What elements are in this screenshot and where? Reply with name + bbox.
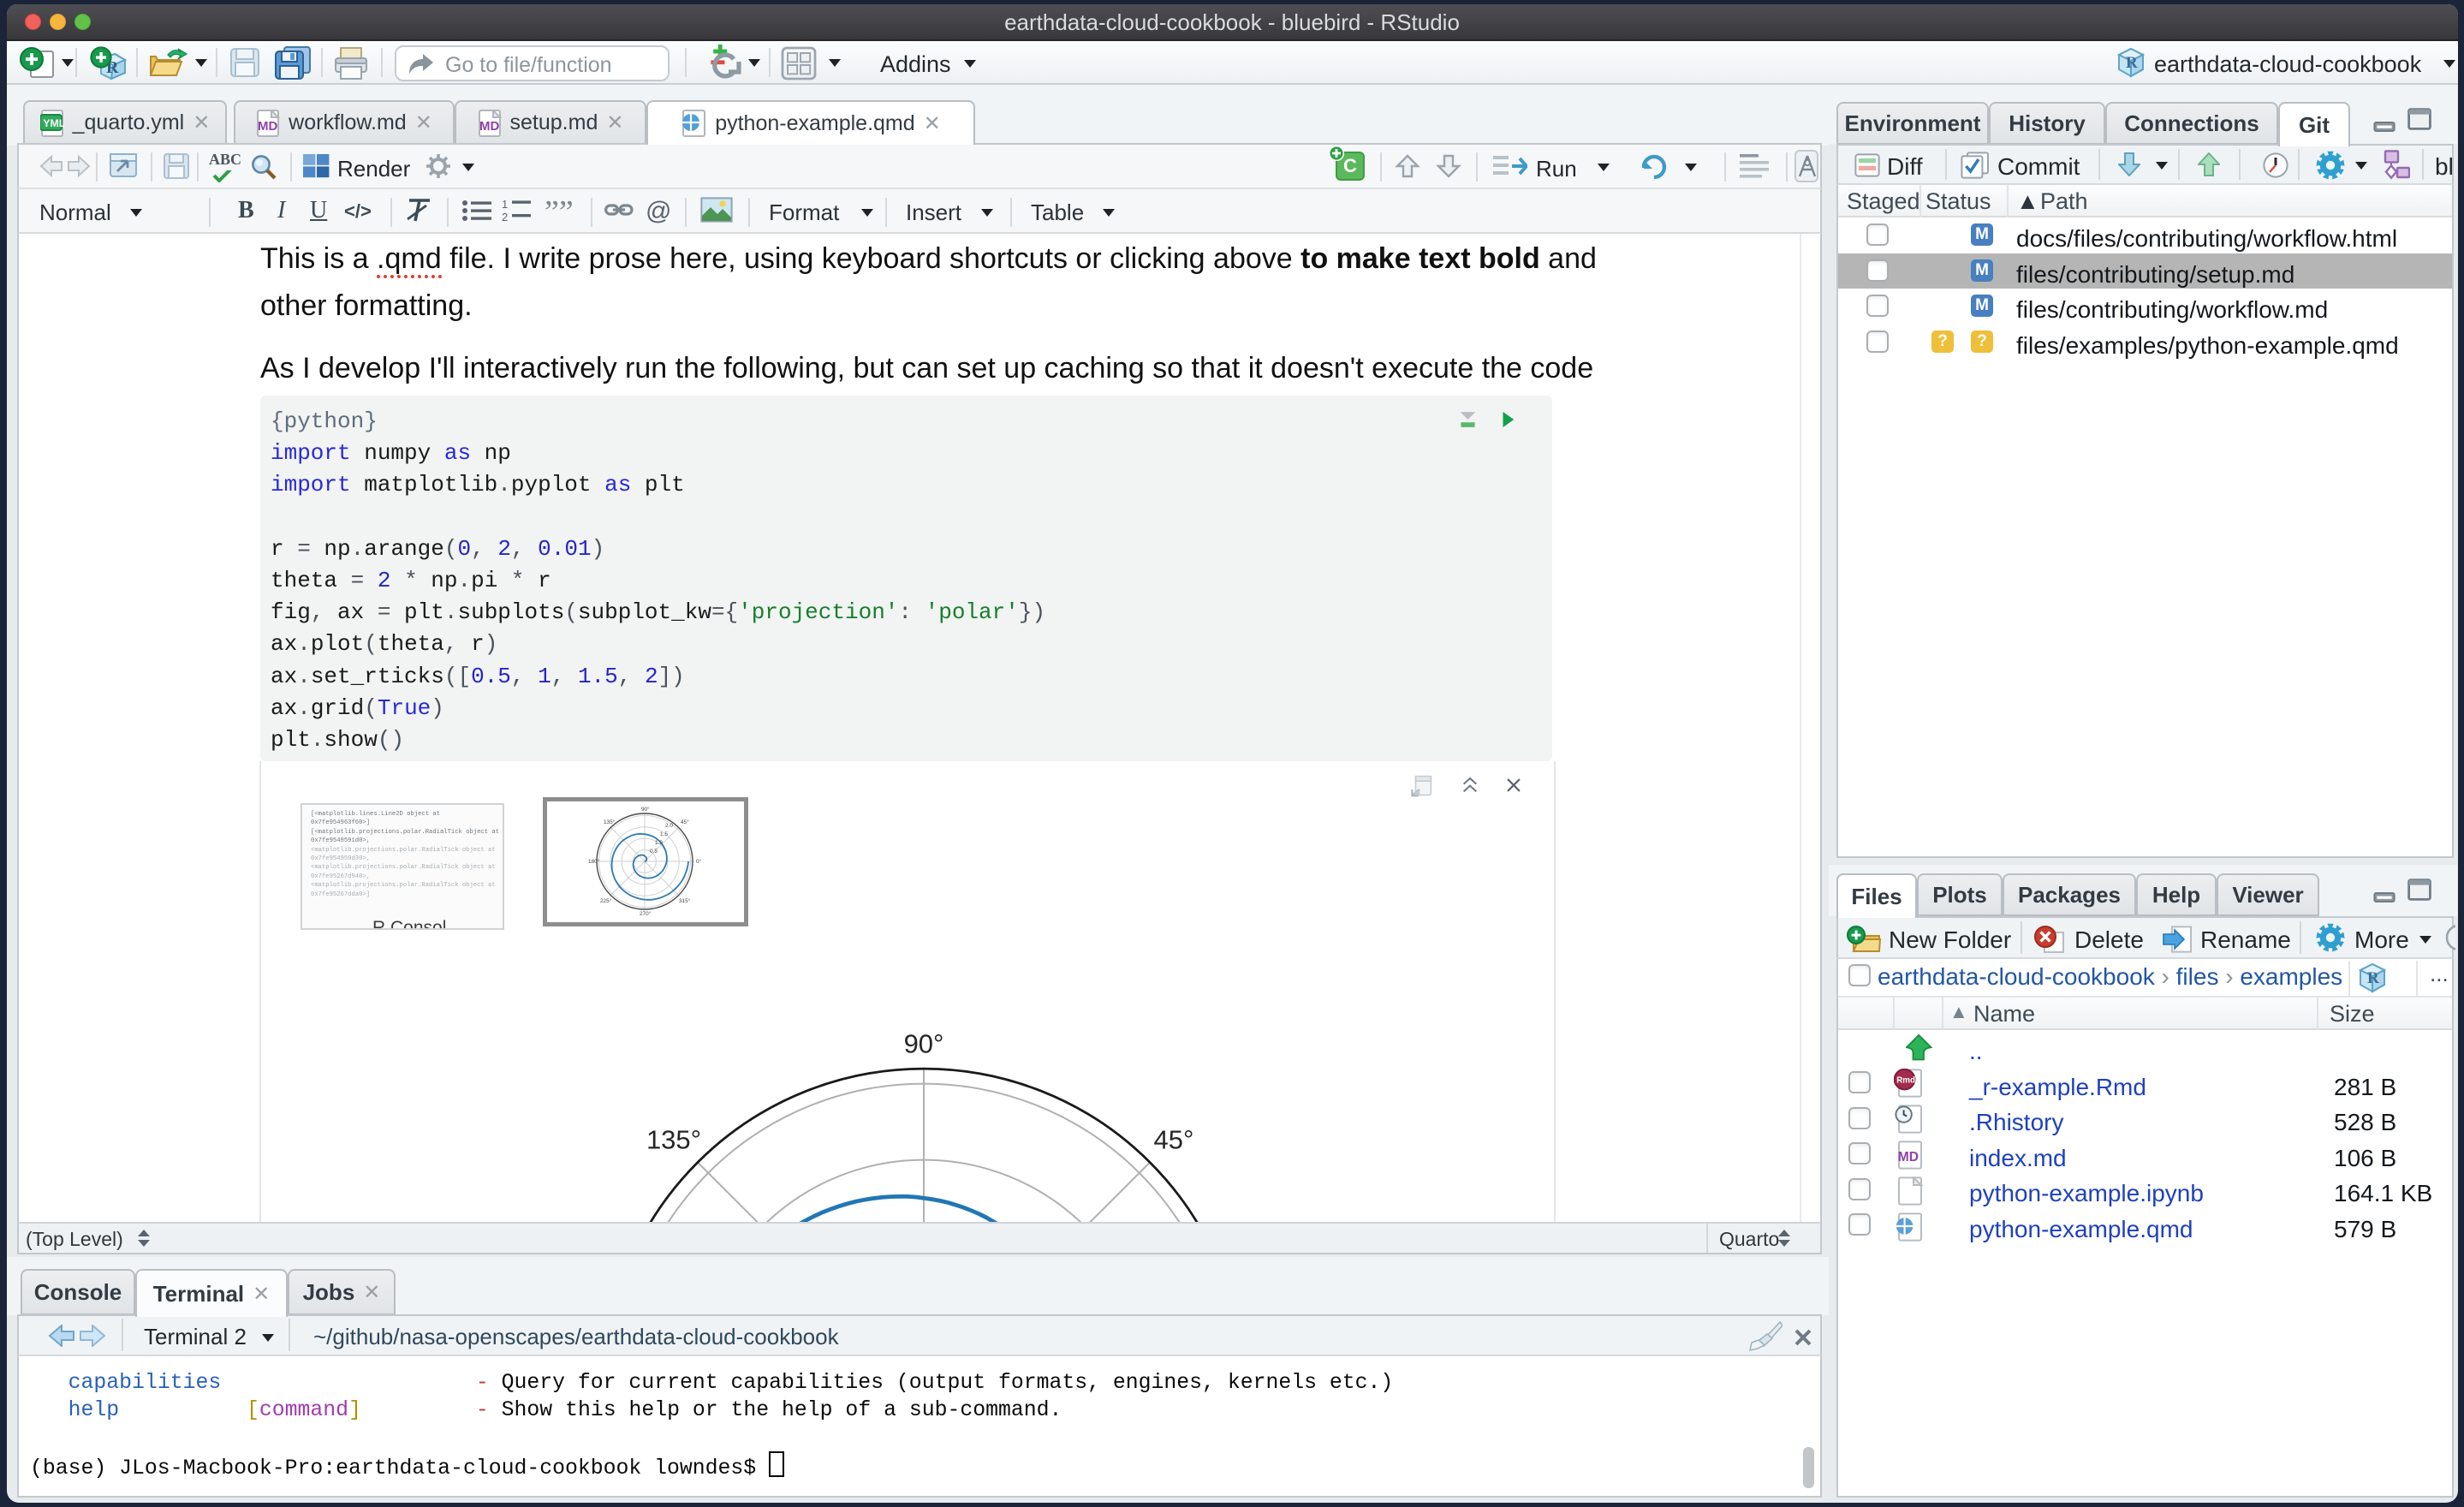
- svg-text:315°: 315°: [679, 897, 691, 904]
- svg-text:45°: 45°: [1154, 1125, 1194, 1155]
- svg-text:2: 2: [502, 211, 508, 221]
- svg-text:270°: 270°: [640, 910, 652, 917]
- svg-text:YML: YML: [43, 117, 64, 129]
- svg-text:R: R: [2367, 969, 2379, 987]
- svg-text:0.5: 0.5: [650, 849, 658, 855]
- svg-text:MD: MD: [1898, 1150, 1919, 1164]
- svg-text:R: R: [2126, 54, 2138, 72]
- svg-text:0°: 0°: [696, 858, 702, 865]
- svg-text:135°: 135°: [604, 819, 616, 825]
- svg-text:MD: MD: [479, 119, 499, 134]
- svg-text:1: 1: [502, 199, 508, 211]
- svg-text:2.0: 2.0: [665, 823, 673, 829]
- svg-text:135°: 135°: [646, 1125, 701, 1155]
- svg-text:Rmd: Rmd: [1896, 1076, 1915, 1086]
- svg-text:1.5: 1.5: [660, 831, 668, 837]
- svg-text:1.0: 1.0: [655, 840, 663, 846]
- svg-text:225°: 225°: [600, 897, 612, 904]
- svg-text:180°: 180°: [588, 858, 600, 865]
- svg-text:90°: 90°: [904, 1029, 944, 1059]
- svg-text:MD: MD: [258, 119, 277, 134]
- svg-text:45°: 45°: [681, 819, 689, 825]
- svg-text:90°: 90°: [641, 806, 650, 813]
